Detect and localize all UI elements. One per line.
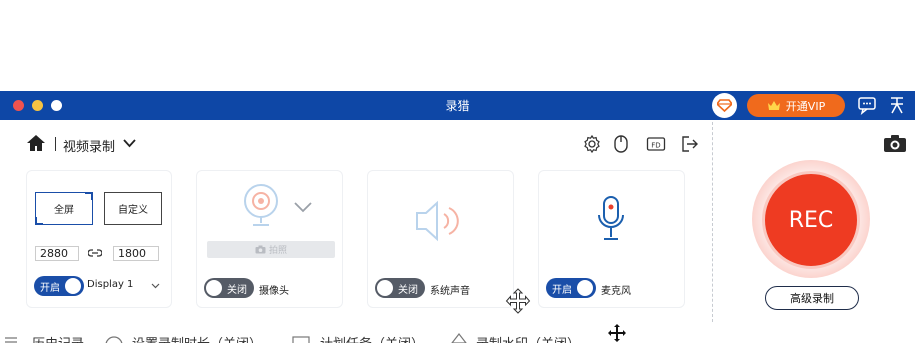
move-cursor-icon [608, 324, 626, 342]
screen-toggle-label: 开启 [40, 282, 60, 294]
fd-icon[interactable]: FD [646, 134, 666, 154]
display-select[interactable]: Display 1 [87, 279, 133, 290]
schedule-task-item[interactable]: 计划任务（关闭） [320, 333, 424, 343]
mouse-icon[interactable] [613, 134, 629, 154]
bottom-bar: 历史记录 设置录制时长（关闭） 计划任务（关闭） 录制水印（关闭） [0, 330, 915, 343]
history-icon [5, 337, 17, 343]
rec-button[interactable]: REC [762, 171, 860, 269]
toggle-knob [376, 279, 394, 297]
system-audio-caption: 系统声音 [430, 286, 470, 297]
toggle-knob [576, 279, 594, 297]
main-panel: 视频录制 FD 全屏 自定义 2880 1800 开启 Display 1 拍照 [0, 120, 715, 330]
title-bar: 录猎 开通VIP [0, 91, 915, 120]
corner-mark [85, 192, 93, 200]
microphone-icon [598, 196, 624, 240]
rec-label: REC [788, 207, 834, 233]
chevron-down-icon[interactable] [122, 137, 137, 149]
webcam-icon [244, 184, 278, 226]
vip-label: 开通VIP [785, 99, 826, 113]
system-audio-toggle-label: 关闭 [398, 284, 418, 296]
move-cursor-icon [505, 288, 531, 314]
screen-card: 全屏 自定义 2880 1800 开启 Display 1 [26, 170, 172, 308]
settings-icon[interactable] [582, 134, 602, 154]
panel-divider [712, 122, 713, 322]
link-icon[interactable] [87, 247, 103, 262]
width-field[interactable]: 2880 [35, 246, 79, 261]
system-audio-card: 关闭 系统声音 [367, 170, 514, 308]
camera-icon [255, 245, 266, 254]
vip-button[interactable]: 开通VIP [747, 94, 845, 117]
speaker-icon [416, 200, 459, 242]
exit-icon[interactable] [679, 134, 699, 154]
watermark-item[interactable]: 录制水印（关闭） [476, 333, 580, 343]
microphone-toggle-label: 开启 [552, 284, 572, 296]
mode-separator [55, 137, 56, 151]
height-field[interactable]: 1800 [113, 246, 159, 261]
message-icon[interactable] [857, 95, 877, 115]
webcam-toggle-label: 关闭 [227, 284, 247, 296]
webcam-card: 拍照 关闭 摄像头 [196, 170, 343, 308]
screen-toggle[interactable]: 开启 [34, 276, 84, 296]
history-item[interactable]: 历史记录 [32, 333, 84, 343]
toggle-knob [205, 279, 223, 297]
advanced-record-label: 高级录制 [790, 292, 834, 305]
webcam-caption: 摄像头 [259, 286, 289, 297]
svg-text:FD: FD [651, 142, 660, 150]
system-audio-toggle[interactable]: 关闭 [375, 278, 425, 298]
microphone-toggle[interactable]: 开启 [546, 278, 596, 298]
custom-region-label: 自定义 [118, 205, 148, 216]
home-icon[interactable] [26, 134, 46, 152]
chevron-down-icon[interactable] [151, 283, 160, 289]
timer-icon [105, 336, 123, 343]
watermark-icon [451, 333, 467, 343]
corner-mark [35, 217, 43, 225]
snapshot-button[interactable]: 拍照 [207, 241, 335, 258]
schedule-icon [292, 336, 310, 343]
crown-icon [767, 101, 780, 110]
snapshot-label: 拍照 [268, 246, 287, 256]
record-duration-item[interactable]: 设置录制时长（关闭） [132, 333, 262, 343]
camera-icon[interactable] [883, 134, 907, 153]
chevron-down-icon[interactable] [293, 201, 313, 213]
microphone-caption: 麦克风 [601, 286, 631, 297]
microphone-card: 开启 麦克风 [538, 170, 685, 308]
pin-icon[interactable] [887, 95, 907, 115]
mode-label[interactable]: 视频录制 [63, 136, 115, 155]
fullscreen-label: 全屏 [54, 205, 74, 216]
custom-region-button[interactable]: 自定义 [104, 192, 162, 225]
diamond-icon[interactable] [712, 93, 737, 118]
advanced-record-button[interactable]: 高级录制 [765, 286, 859, 310]
toggle-knob [64, 277, 82, 295]
webcam-toggle[interactable]: 关闭 [204, 278, 254, 298]
